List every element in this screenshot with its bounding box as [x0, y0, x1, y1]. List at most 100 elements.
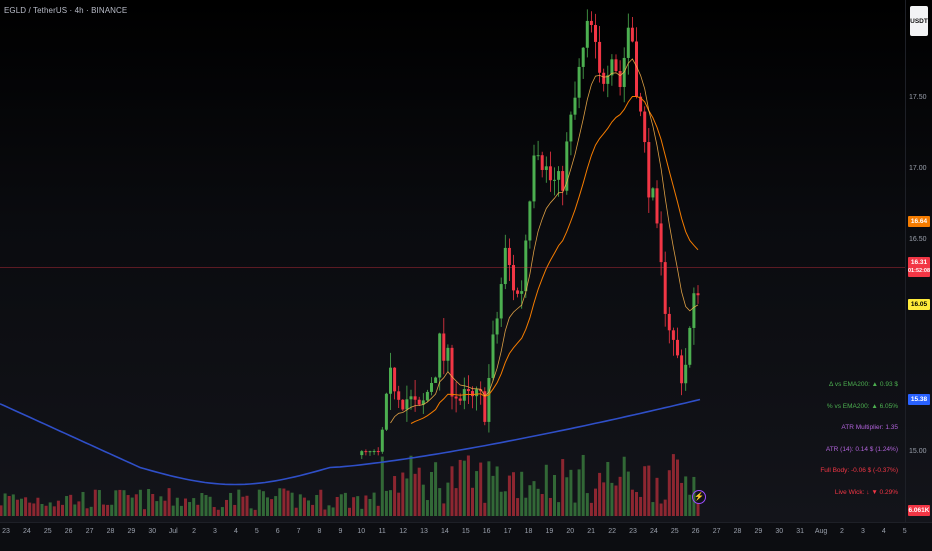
price-tag-value: 16.31 [910, 258, 928, 266]
volume-bars [0, 454, 700, 516]
time-tick: 21 [587, 528, 596, 535]
candle-body [577, 66, 581, 98]
price-tick: 17.50 [909, 94, 927, 102]
ema200-line [0, 398, 701, 486]
volume-bar [471, 487, 474, 516]
volume-bar [495, 466, 499, 516]
volume-bar [503, 491, 507, 516]
time-tick: 24 [649, 528, 658, 535]
volume-bar [397, 492, 401, 516]
candle-body [516, 290, 520, 294]
volume-bar [0, 505, 3, 516]
volume-bar [257, 489, 261, 516]
volume-bar [24, 497, 28, 516]
volume-bar [126, 495, 130, 516]
volume-bar [200, 492, 204, 516]
time-tick: 24 [22, 528, 31, 535]
time-tick: 7 [296, 528, 301, 535]
volume-bar [327, 505, 331, 516]
time-tick: 18 [524, 528, 533, 535]
volume-bar [393, 476, 397, 516]
candle-body [495, 318, 499, 335]
price-tag: 16.05 [908, 299, 930, 311]
volume-bar [507, 475, 511, 516]
info-live-wick: Live Wick: ↓ ▼ 0.29% [834, 489, 898, 496]
volume-bar [118, 489, 122, 516]
candle-body [602, 72, 606, 84]
chart-window[interactable]: EGLD / TetherUS · 4h · BINANCE USDT 17.5… [0, 0, 932, 551]
candle-body [368, 451, 372, 453]
volume-bar [212, 507, 216, 516]
volume-bar [384, 490, 388, 516]
time-tick: 14 [440, 528, 449, 535]
candle-body [688, 327, 692, 365]
volume-bar [454, 488, 458, 516]
candle-body [569, 114, 573, 142]
volume-bar [278, 488, 282, 516]
volume-bar [147, 489, 151, 516]
volume-bar [11, 494, 15, 516]
info-pct-ema200: % vs EMA200: ▲ 6.05% [826, 403, 898, 410]
volume-bar [557, 502, 561, 516]
time-tick: 3 [860, 528, 865, 535]
time-tick: 30 [148, 528, 157, 535]
candle-body [524, 240, 528, 292]
volume-bar [315, 494, 319, 516]
candle-body [376, 451, 380, 453]
volume-bar [196, 504, 200, 516]
volume-bar [44, 505, 48, 516]
volume-bar [266, 497, 269, 516]
volume-bar [573, 502, 577, 516]
volume-bar [237, 489, 241, 516]
candle-body [372, 451, 376, 453]
volume-bar [225, 499, 228, 516]
volume-bar [114, 490, 118, 516]
volume-bar [339, 494, 343, 516]
price-tag: 6.061K [908, 504, 930, 516]
info-atr: ATR (14): 0.14 $ (1.24%) [825, 446, 898, 453]
volume-bar [622, 456, 626, 516]
volume-bar [294, 507, 298, 516]
time-tick: 20 [566, 528, 575, 535]
candle-body [659, 223, 663, 263]
volume-bar [655, 477, 659, 516]
candle-body [667, 313, 671, 331]
candle-body [438, 333, 442, 378]
volume-bar [565, 477, 569, 516]
candle-body [458, 398, 462, 401]
ema-fast-line [390, 58, 699, 424]
price-chart[interactable] [0, 0, 905, 522]
info-full-body: Full Body: -0.06 $ (-0.37%) [820, 467, 898, 474]
price-tag-value: 16.64 [910, 217, 928, 225]
volume-bar [606, 461, 610, 516]
time-tick: 6 [275, 528, 280, 535]
candle-body [417, 399, 421, 405]
time-axis[interactable] [0, 522, 932, 551]
volume-bar [323, 509, 327, 516]
volume-bar [274, 496, 278, 516]
volume-bar [20, 498, 23, 516]
volume-bar [122, 490, 126, 516]
time-tick: 22 [608, 528, 616, 535]
volume-bar [520, 471, 524, 516]
info-atr-multiplier: ATR Multiplier: 1.35 [841, 424, 898, 431]
currency-button[interactable]: USDT [910, 6, 928, 36]
candle-body [430, 382, 433, 392]
volume-bar [401, 472, 405, 516]
volume-bar [249, 508, 253, 516]
price-tag-value: 16.05 [910, 301, 928, 309]
volume-bar [532, 481, 536, 516]
volume-bar [516, 498, 520, 516]
time-tick: 13 [420, 528, 428, 535]
candle-body [397, 391, 401, 400]
time-tick: 10 [357, 528, 366, 535]
candle-body [401, 399, 405, 410]
candle-body [565, 141, 569, 191]
volume-bar [163, 500, 167, 516]
lightning-icon[interactable]: ⚡ [692, 490, 706, 504]
time-tick: 12 [399, 528, 407, 535]
volume-bar [581, 454, 585, 516]
volume-bar [659, 503, 663, 516]
candle-body [512, 265, 515, 291]
candle-body [589, 20, 593, 26]
